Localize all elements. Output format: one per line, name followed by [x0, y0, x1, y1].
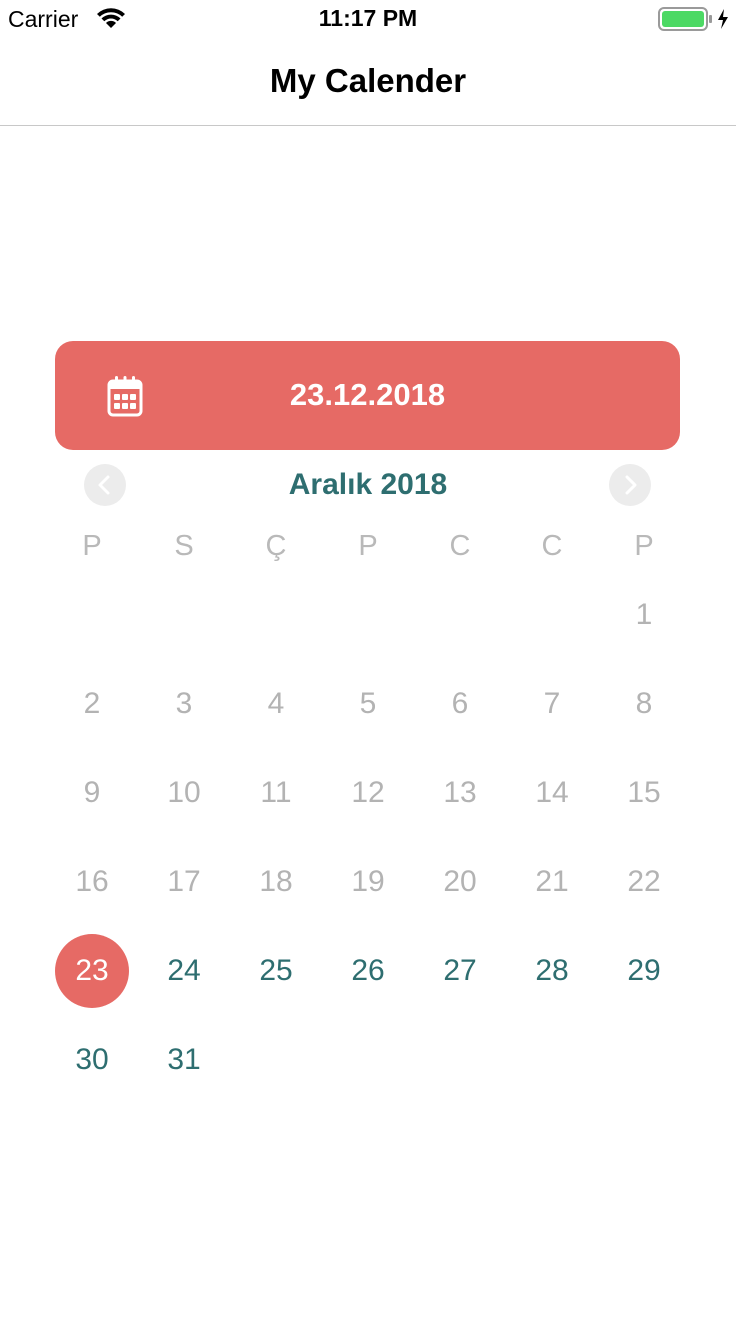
- day-cell[interactable]: 27: [414, 926, 506, 1015]
- day-cell[interactable]: 26: [322, 926, 414, 1015]
- day-cell[interactable]: 5: [322, 659, 414, 748]
- day-cell[interactable]: 15: [598, 748, 690, 837]
- empty-day-cell: [322, 570, 414, 659]
- charging-bolt-icon: [718, 9, 728, 29]
- day-number: 22: [627, 864, 661, 898]
- day-number: 28: [535, 953, 569, 987]
- day-number: 9: [83, 775, 101, 809]
- day-cell[interactable]: 1: [598, 570, 690, 659]
- day-number: 29: [627, 953, 661, 987]
- day-cell[interactable]: 28: [506, 926, 598, 1015]
- day-cell[interactable]: 22: [598, 837, 690, 926]
- day-cell[interactable]: 6: [414, 659, 506, 748]
- selected-day-cell[interactable]: 23: [46, 926, 138, 1015]
- day-cell[interactable]: 10: [138, 748, 230, 837]
- month-title: Aralık 2018: [288, 468, 448, 501]
- empty-day-cell: [414, 570, 506, 659]
- day-number: 26: [351, 953, 385, 987]
- day-number: 4: [267, 686, 285, 720]
- day-number: 17: [167, 864, 201, 898]
- day-number: 19: [351, 864, 385, 898]
- empty-day-cell: [506, 570, 598, 659]
- day-cell[interactable]: 30: [46, 1015, 138, 1104]
- month-header: Aralık 2018: [84, 464, 652, 506]
- day-number: 18: [259, 864, 293, 898]
- battery-icon: [658, 7, 712, 31]
- day-cell[interactable]: 13: [414, 748, 506, 837]
- day-cell[interactable]: 18: [230, 837, 322, 926]
- weekday-label: S: [174, 530, 194, 562]
- day-number: 25: [259, 953, 293, 987]
- day-cell[interactable]: 11: [230, 748, 322, 837]
- day-number: 16: [75, 864, 109, 898]
- day-number: 23: [75, 953, 109, 987]
- day-number: 24: [167, 953, 201, 987]
- empty-day-cell: [230, 570, 322, 659]
- day-cell[interactable]: 25: [230, 926, 322, 1015]
- day-number: 15: [627, 775, 661, 809]
- weekday-label: P: [634, 530, 654, 562]
- weekday-label: P: [358, 530, 378, 562]
- empty-day-cell: [46, 570, 138, 659]
- day-cell[interactable]: 17: [138, 837, 230, 926]
- day-cell[interactable]: 4: [230, 659, 322, 748]
- day-number: 31: [167, 1042, 201, 1076]
- day-cell[interactable]: 29: [598, 926, 690, 1015]
- day-cell[interactable]: 8: [598, 659, 690, 748]
- day-number: 13: [443, 775, 477, 809]
- day-cell[interactable]: 24: [138, 926, 230, 1015]
- day-number: 11: [260, 775, 292, 809]
- day-cell[interactable]: 12: [322, 748, 414, 837]
- day-number: 27: [443, 953, 477, 987]
- selected-date-banner[interactable]: 23.12.2018: [55, 341, 680, 450]
- navigation-bar: My Calender: [0, 40, 736, 126]
- day-number: 5: [359, 686, 377, 720]
- day-cell[interactable]: 9: [46, 748, 138, 837]
- status-bar: Carrier 11:17 PM: [0, 0, 736, 40]
- day-cell[interactable]: 14: [506, 748, 598, 837]
- weekday-header: P S Ç P C C P: [46, 530, 690, 570]
- calendar-screen: Carrier 11:17 PM My Calender 23.12.2018 …: [0, 0, 736, 1320]
- empty-day-cell: [138, 570, 230, 659]
- day-number: 20: [443, 864, 477, 898]
- page-title: My Calender: [269, 62, 467, 99]
- day-cell[interactable]: 20: [414, 837, 506, 926]
- weekday-label: Ç: [265, 530, 287, 562]
- selected-date-text: 23.12.2018: [289, 377, 446, 412]
- day-number: 1: [635, 597, 653, 631]
- day-number: 10: [167, 775, 201, 809]
- chevron-right-icon: [625, 475, 637, 495]
- status-time: 11:17 PM: [318, 5, 418, 31]
- day-number: 6: [451, 686, 469, 720]
- day-number: 30: [75, 1042, 109, 1076]
- day-number: 12: [351, 775, 385, 809]
- day-cell[interactable]: 31: [138, 1015, 230, 1104]
- next-month-button[interactable]: [609, 464, 651, 506]
- day-cell[interactable]: 16: [46, 837, 138, 926]
- day-number: 2: [83, 686, 101, 720]
- weekday-label: C: [541, 530, 563, 562]
- day-number: 14: [535, 775, 569, 809]
- day-cell[interactable]: 2: [46, 659, 138, 748]
- day-number: 8: [635, 686, 653, 720]
- day-number: 7: [543, 686, 561, 720]
- weekday-label: C: [449, 530, 471, 562]
- days-grid: 1 2 3 4 5 6 7 8 9 10 11 12 13 14 15 16 17 18 19 20 21 22 23 24 2…: [46, 570, 690, 1104]
- day-cell[interactable]: 7: [506, 659, 598, 748]
- day-number: 21: [535, 864, 569, 898]
- weekday-label: P: [82, 530, 102, 562]
- day-cell[interactable]: 19: [322, 837, 414, 926]
- day-cell[interactable]: 3: [138, 659, 230, 748]
- day-number: 3: [175, 686, 193, 720]
- day-cell[interactable]: 21: [506, 837, 598, 926]
